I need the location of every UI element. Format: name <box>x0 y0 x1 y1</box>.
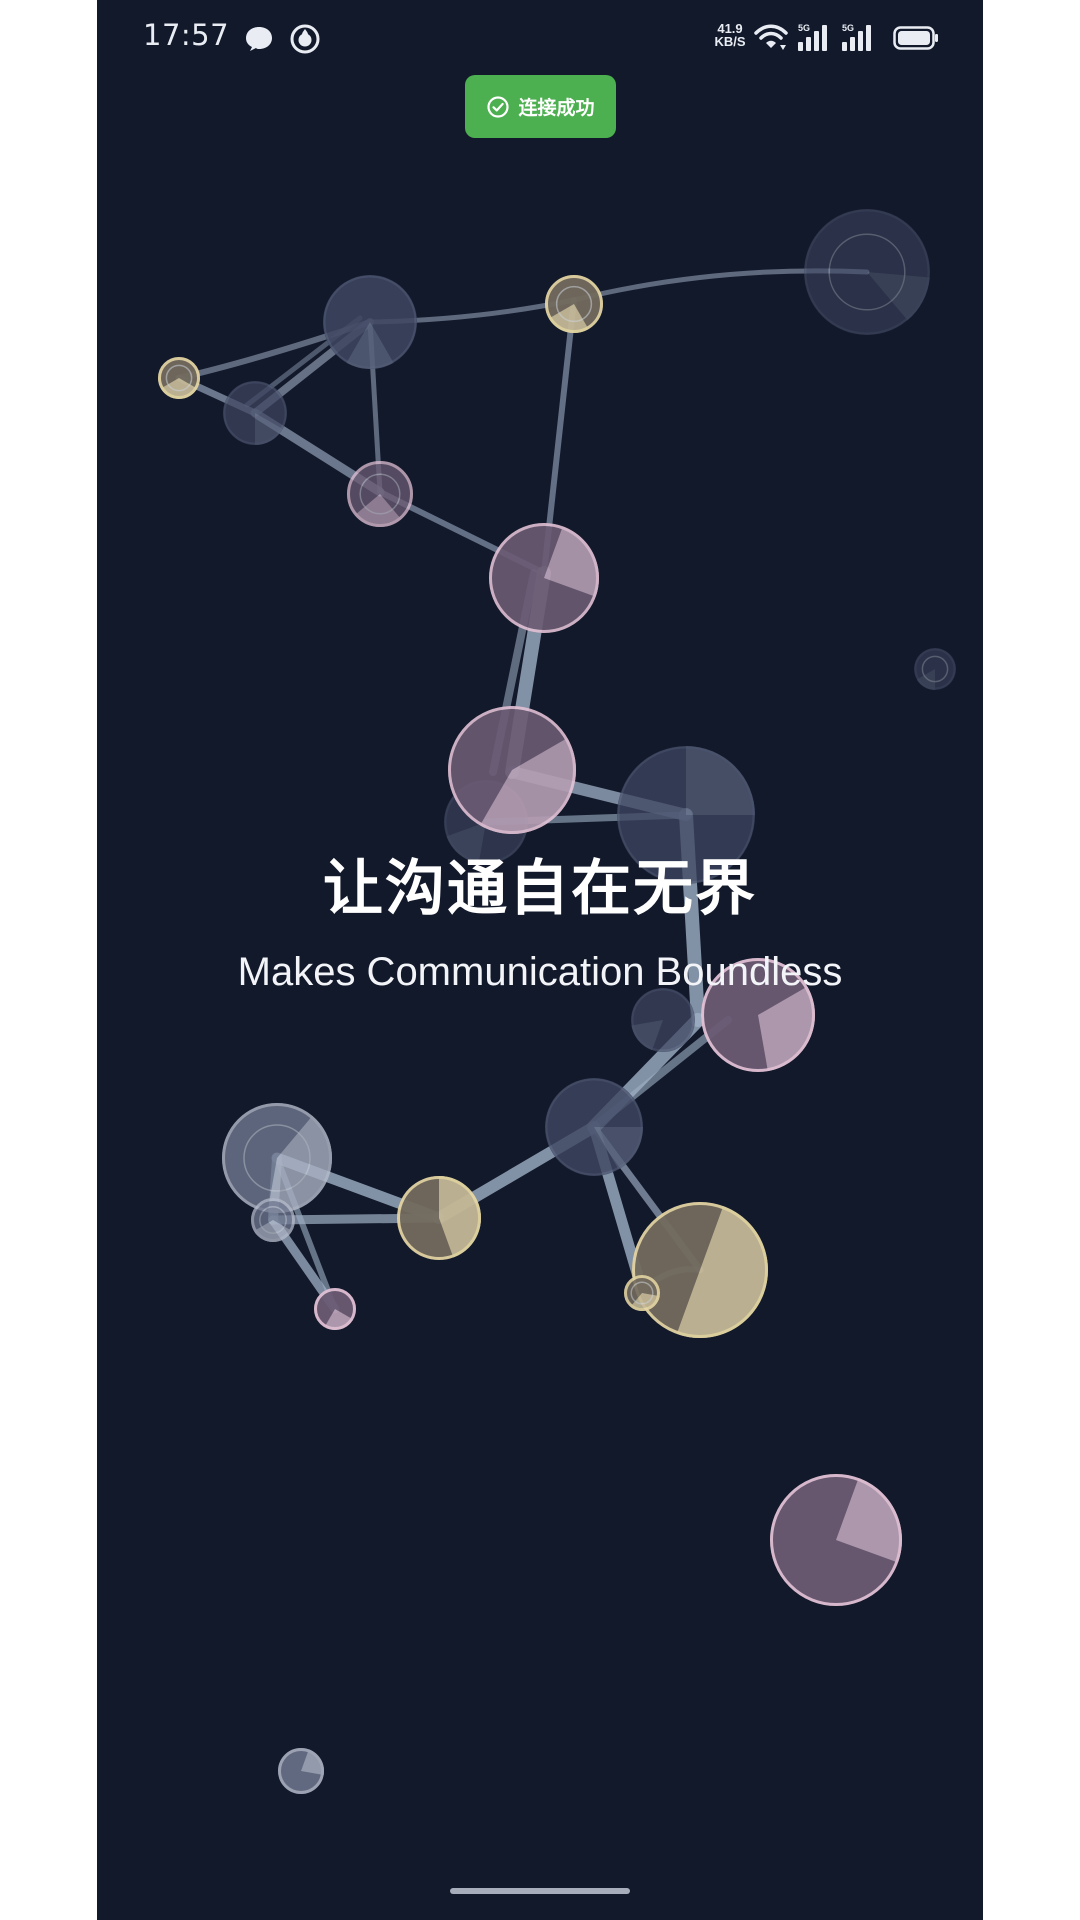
signal-icon: 5G <box>842 23 871 51</box>
network-node <box>251 1198 295 1242</box>
network-node <box>545 1078 643 1176</box>
network-speed-unit: KB/S <box>714 34 746 49</box>
network-node <box>448 706 576 834</box>
network-node <box>158 357 200 399</box>
battery-icon <box>893 26 938 50</box>
network-node <box>545 275 603 333</box>
signal-label: 5G <box>798 23 810 33</box>
network-node <box>314 1288 356 1330</box>
status-time: 17:57 <box>143 18 230 52</box>
network-speed: 41.9 KB/S <box>709 22 751 48</box>
connection-success-toast: 连接成功 <box>465 75 616 138</box>
network-node <box>804 209 930 335</box>
network-node <box>323 275 417 369</box>
signal-label: 5G <box>842 23 854 33</box>
check-circle-icon <box>487 95 510 118</box>
network-node <box>632 1202 768 1338</box>
network-node <box>631 988 695 1052</box>
signal-icon: 5G <box>798 23 827 51</box>
home-indicator <box>450 1888 630 1894</box>
network-node <box>278 1748 324 1794</box>
network-node <box>770 1474 902 1606</box>
app-circle-icon <box>290 24 320 54</box>
network-node <box>397 1176 481 1260</box>
network-node <box>489 523 599 633</box>
status-bar: 17:57 41.9 KB/S 5G 5G <box>97 0 983 75</box>
network-node <box>624 1275 660 1312</box>
hero-subtitle: Makes Communication Boundless <box>237 950 843 994</box>
toast-message: 连接成功 <box>518 97 595 119</box>
hero-title: 让沟通自在无界 <box>323 854 757 924</box>
network-node <box>223 381 287 445</box>
network-node <box>222 1103 332 1213</box>
network-node <box>914 648 956 690</box>
chat-bubble-icon <box>246 27 272 51</box>
wifi-icon <box>754 24 788 50</box>
network-node <box>347 461 413 528</box>
app-screen: 17:57 41.9 KB/S 5G 5G 连接成功 让沟通自在无界 Makes… <box>97 0 983 1920</box>
